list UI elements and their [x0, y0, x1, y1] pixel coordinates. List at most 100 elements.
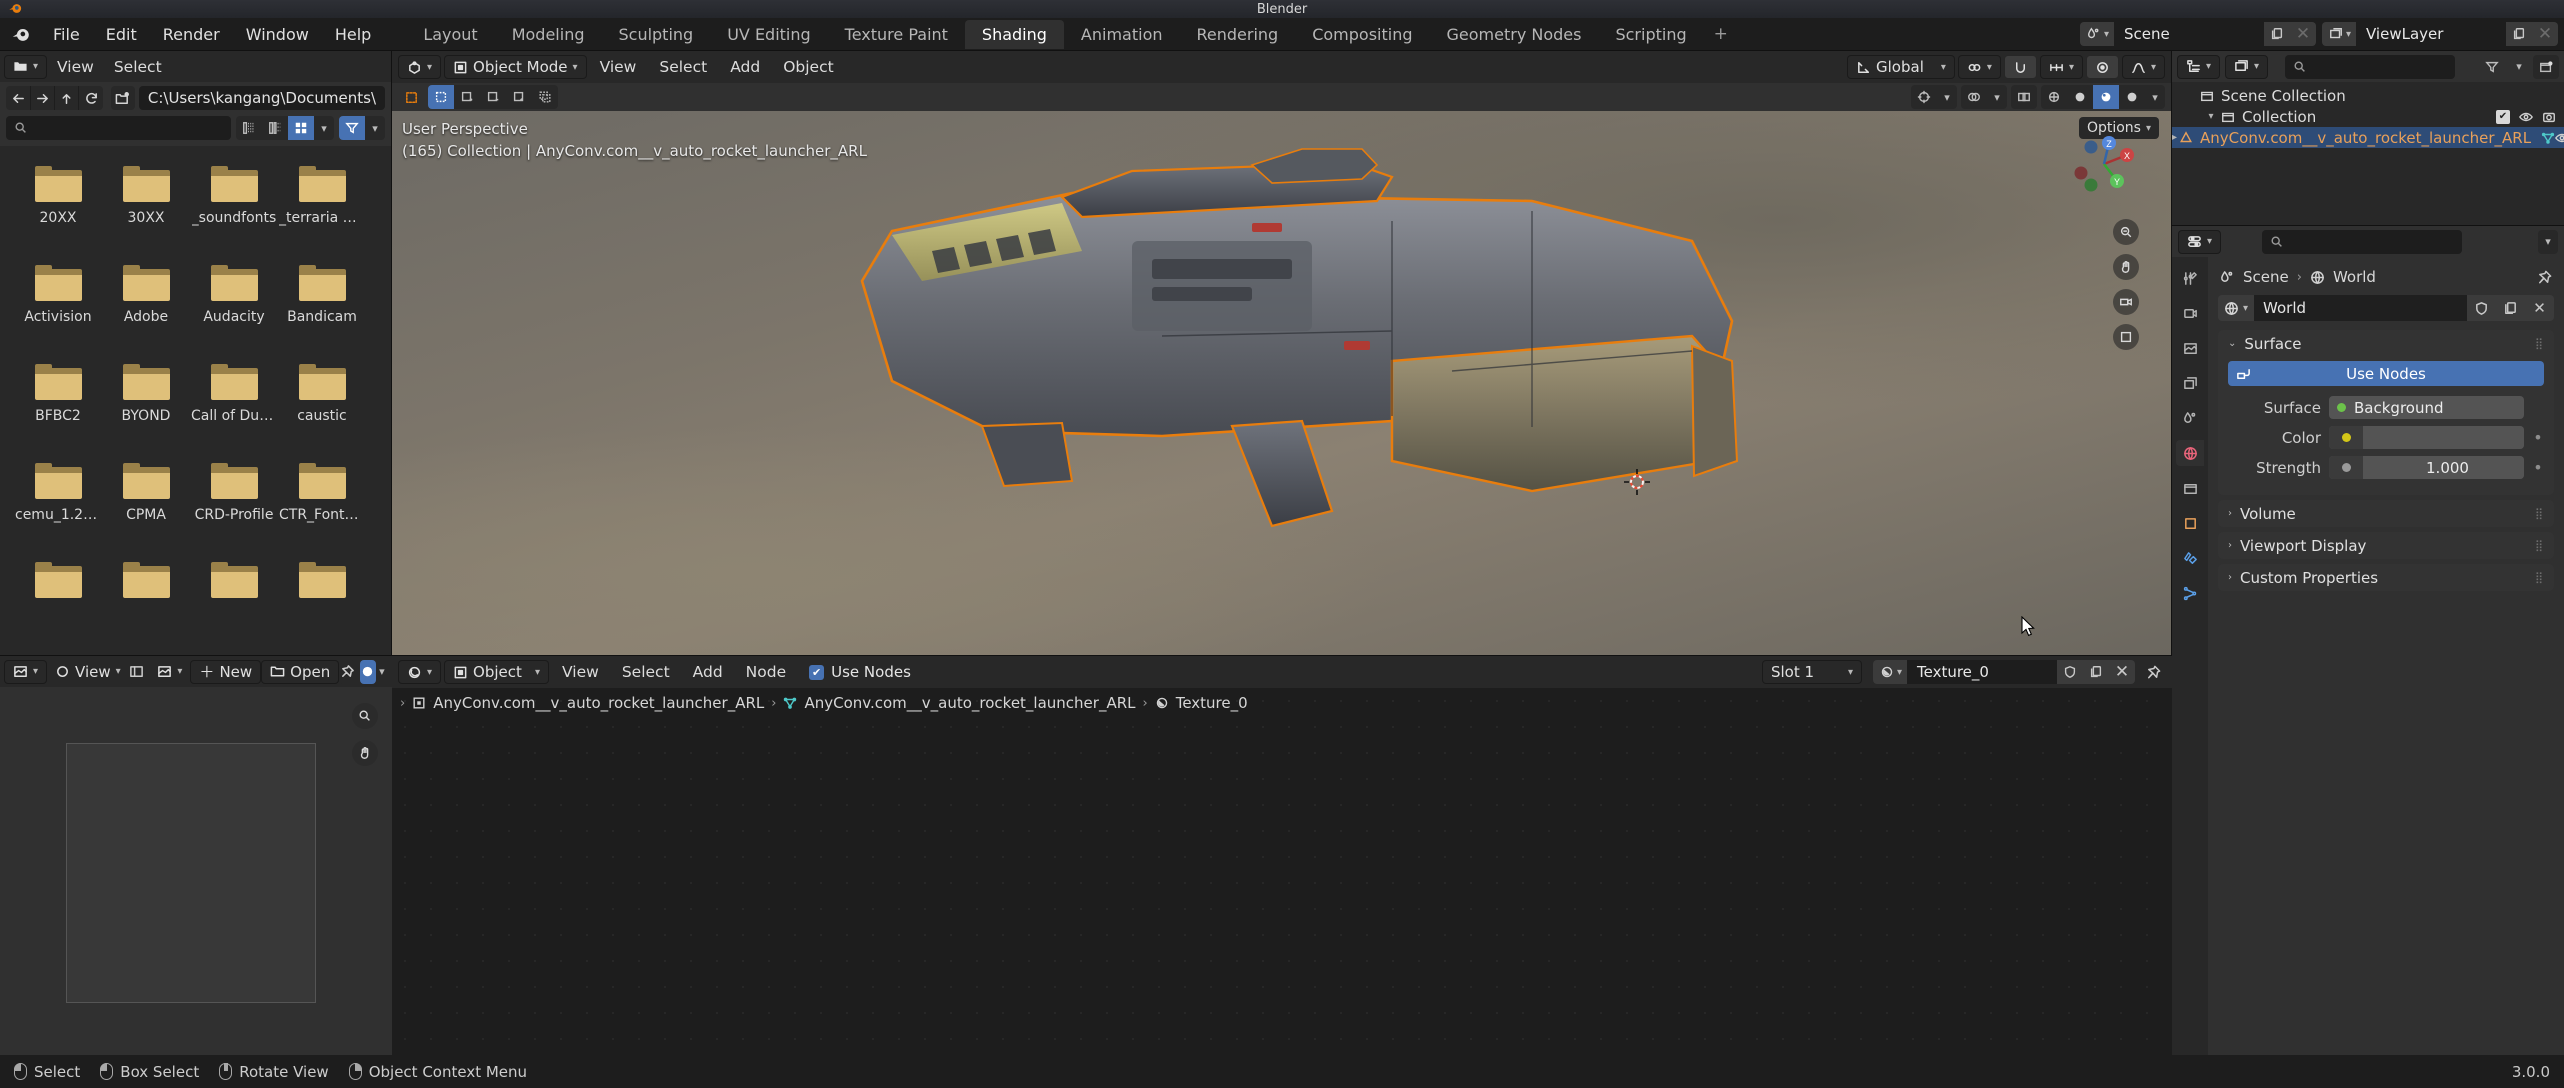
outliner-editor-type-selector[interactable]: ▾: [2177, 54, 2221, 79]
hide-in-viewport-eye-icon[interactable]: [2519, 110, 2533, 124]
create-directory-icon[interactable]: [110, 86, 135, 110]
hide-in-viewport-eye-icon[interactable]: [2555, 131, 2564, 145]
properties-tab-tool[interactable]: [2176, 265, 2204, 291]
world-fake-user-icon[interactable]: [2467, 295, 2496, 321]
new-scene-button[interactable]: [2263, 22, 2290, 46]
new-material-button[interactable]: [2083, 660, 2109, 684]
nav-parent-icon[interactable]: [54, 86, 79, 110]
file-item[interactable]: [14, 556, 102, 655]
show-gizmo-icon[interactable]: [1911, 85, 1937, 109]
viewlayer-name[interactable]: ViewLayer: [2356, 22, 2506, 46]
workspace-tab-sculpting[interactable]: Sculpting: [601, 20, 710, 49]
scene-name[interactable]: Scene: [2113, 22, 2264, 46]
proportional-edit-toggle[interactable]: [2085, 55, 2119, 79]
menu-render[interactable]: Render: [150, 21, 233, 48]
properties-tab-scene[interactable]: [2176, 405, 2204, 431]
move-view-icon[interactable]: [2113, 254, 2139, 280]
viewport-object-menu[interactable]: Object: [773, 55, 843, 79]
shader-add-menu[interactable]: Add: [683, 660, 733, 684]
viewlayer-icon[interactable]: ▾: [2321, 22, 2356, 46]
outliner-tree[interactable]: Scene Collection ▾ Collection ✔ ▸ AnyConv.com…: [2172, 82, 2564, 225]
select-subtract-icon[interactable]: [480, 85, 506, 109]
display-mode-vertical-list-icon[interactable]: [236, 116, 262, 140]
zoom-view-icon[interactable]: [2113, 219, 2139, 245]
viewport-canvas[interactable]: User Perspective (165) Collection | AnyC…: [392, 111, 2171, 655]
viewport-view-menu[interactable]: View: [590, 55, 647, 79]
viewport-select-menu[interactable]: Select: [649, 55, 717, 79]
pan-hand-icon[interactable]: [352, 740, 378, 766]
pin-material-icon[interactable]: [2140, 660, 2166, 684]
properties-editor-type-selector[interactable]: ▾: [2178, 229, 2222, 254]
color-swatch[interactable]: [2371, 426, 2524, 449]
gizmo-options-chevron-icon[interactable]: ▾: [1937, 85, 1957, 109]
use-nodes-button[interactable]: Use Nodes: [2228, 361, 2544, 386]
properties-tab-world[interactable]: [2176, 440, 2204, 466]
properties-tab-object[interactable]: [2176, 510, 2204, 536]
shading-options-chevron-icon[interactable]: ▾: [2145, 85, 2165, 109]
world-datablock-selector[interactable]: ▾ World ✕: [2218, 295, 2554, 321]
file-item[interactable]: Call of Duty ...: [190, 358, 278, 457]
shader-node-menu[interactable]: Node: [736, 660, 796, 684]
file-item[interactable]: Bandicam: [278, 259, 366, 358]
shader-view-menu[interactable]: View: [552, 660, 609, 684]
workspace-tab-geometry-nodes[interactable]: Geometry Nodes: [1430, 20, 1599, 49]
editor-type-selector[interactable]: ▾: [4, 54, 48, 79]
outliner-filter-funnel-icon[interactable]: [2479, 55, 2505, 79]
file-item[interactable]: [102, 556, 190, 655]
workspace-tab-animation[interactable]: Animation: [1064, 20, 1180, 49]
file-item[interactable]: Adobe: [102, 259, 190, 358]
shading-rendered-icon[interactable]: [2119, 85, 2145, 109]
expand-chevron-icon[interactable]: ▾: [2203, 111, 2219, 122]
workspace-tab-uv-editing[interactable]: UV Editing: [710, 20, 827, 49]
show-overlays-icon[interactable]: [1961, 85, 1987, 109]
image-display-chevron-down-icon[interactable]: ▾: [375, 659, 388, 684]
shader-select-menu[interactable]: Select: [612, 660, 680, 684]
shading-solid-icon[interactable]: [2067, 85, 2093, 109]
viewport-add-menu[interactable]: Add: [720, 55, 770, 79]
shading-material-preview-icon[interactable]: [2093, 85, 2119, 109]
select-invert-icon[interactable]: [506, 85, 532, 109]
add-workspace-button[interactable]: +: [1704, 20, 1738, 48]
fake-user-shield-icon[interactable]: [2057, 660, 2083, 684]
properties-tab-output[interactable]: [2176, 335, 2204, 361]
panel-surface-header[interactable]: ⌄ Surface ⣿: [2218, 330, 2554, 357]
file-item[interactable]: caustic: [278, 358, 366, 457]
file-item[interactable]: CPMA: [102, 457, 190, 556]
prop-color-decorator[interactable]: •: [2532, 428, 2544, 447]
object-mode-selector[interactable]: Object Mode ▾: [444, 55, 587, 79]
image-datablock-selector[interactable]: ▾: [149, 660, 190, 684]
file-item[interactable]: CTR_FontCon...: [278, 457, 366, 556]
nav-refresh-icon[interactable]: [78, 86, 103, 110]
file-path-field[interactable]: C:\Users\kangang\Documents\: [138, 86, 385, 110]
workspace-tab-shading[interactable]: Shading: [964, 19, 1064, 49]
file-item[interactable]: [190, 556, 278, 655]
pin-image-icon[interactable]: [339, 659, 356, 684]
file-item[interactable]: Activision: [14, 259, 102, 358]
file-item[interactable]: 20XX: [14, 160, 102, 259]
zoom-icon[interactable]: [352, 703, 378, 729]
image-view-menu-button[interactable]: View ▾: [47, 660, 129, 684]
unlink-material-button[interactable]: ✕: [2109, 660, 2135, 684]
outliner-display-mode-selector[interactable]: ▾: [2225, 54, 2269, 79]
world-new-button[interactable]: [2496, 295, 2525, 321]
file-search-input[interactable]: [6, 116, 231, 140]
properties-breadcrumb-scene[interactable]: Scene: [2243, 268, 2289, 286]
shader-type-selector[interactable]: Object ▾: [444, 660, 550, 684]
snap-target-selector[interactable]: ▾: [1957, 55, 2001, 79]
display-options-chevron-down-icon[interactable]: ▾: [314, 116, 334, 140]
prop-strength-value[interactable]: 1.000: [2329, 456, 2524, 479]
camera-view-icon[interactable]: [2113, 289, 2139, 315]
breadcrumb-material-label[interactable]: Texture_0: [1176, 694, 1248, 712]
new-viewlayer-button[interactable]: [2506, 22, 2532, 46]
strength-slider-value[interactable]: 1.000: [2371, 456, 2524, 479]
workspace-tab-scripting[interactable]: Scripting: [1598, 20, 1703, 49]
panel-volume-header[interactable]: › Volume ⣿: [2218, 500, 2554, 527]
remove-viewlayer-button[interactable]: ✕: [2532, 22, 2558, 46]
viewlayer-selector[interactable]: ▾ ViewLayer ✕: [2321, 22, 2558, 46]
material-datablock-selector[interactable]: ▾ Texture_0 ✕: [1872, 660, 2135, 684]
scene-selector[interactable]: ▾ Scene ✕: [2079, 22, 2316, 46]
pin-properties-icon[interactable]: [2537, 270, 2552, 285]
properties-search-input[interactable]: [2262, 229, 2463, 254]
menu-window[interactable]: Window: [233, 21, 322, 48]
filter-funnel-icon[interactable]: [339, 116, 365, 140]
